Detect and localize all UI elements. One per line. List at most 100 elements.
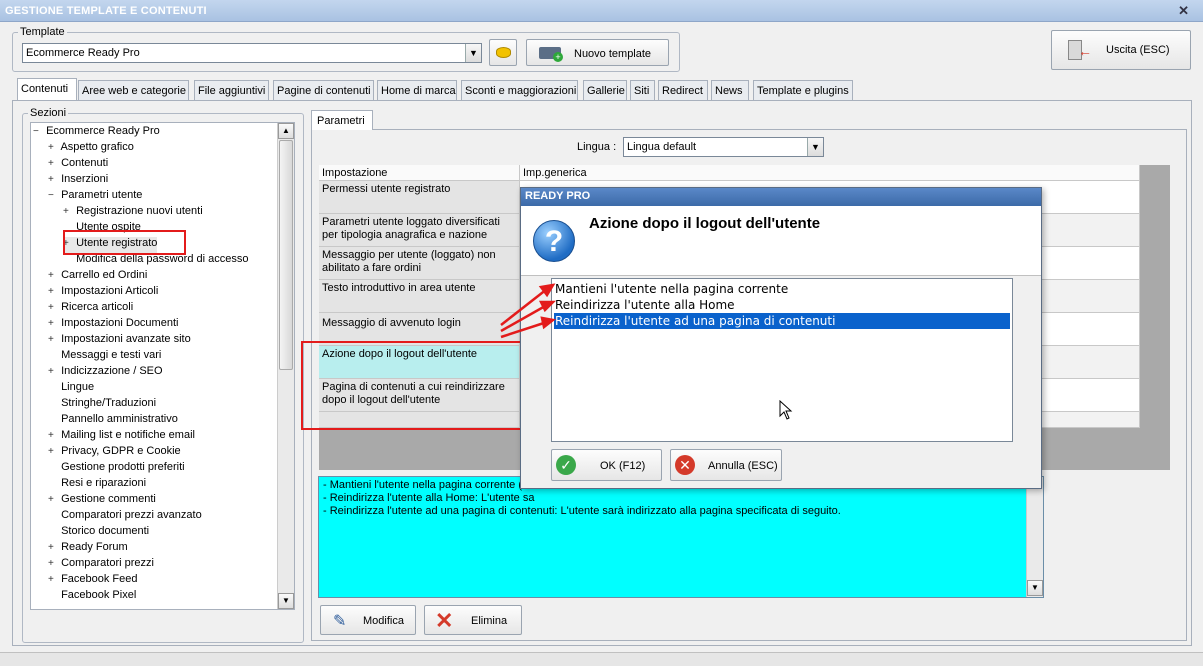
tab-aree-web[interactable]: Aree web e categorie: [78, 80, 189, 100]
grid-header-value: Imp.generica: [520, 165, 1140, 181]
expand-icon[interactable]: +: [48, 366, 58, 377]
grid-row[interactable]: Permessi utente registrato: [319, 181, 520, 214]
template-select[interactable]: Ecommerce Ready Pro ▼: [22, 43, 482, 63]
tab-file-aggiuntivi[interactable]: File aggiuntivi: [194, 80, 269, 100]
tree-node[interactable]: + Registrazione nuovi utenti: [63, 205, 203, 221]
tree-node-label: Registrazione nuovi utenti: [76, 205, 203, 217]
tree-scrollbar[interactable]: ▲ ▼: [277, 123, 294, 609]
expand-icon[interactable]: +: [48, 286, 58, 297]
tree-node[interactable]: Resi e riparazioni: [48, 477, 146, 493]
tree-node[interactable]: + Ricerca articoli: [48, 301, 133, 317]
delete-button[interactable]: ✕ Elimina: [424, 605, 522, 635]
tree-node[interactable]: Gestione prodotti preferiti: [48, 461, 185, 477]
modify-button[interactable]: ✎ Modifica: [320, 605, 416, 635]
exit-label: Uscita (ESC): [1106, 44, 1170, 56]
scroll-thumb[interactable]: [279, 140, 293, 370]
tab-sconti[interactable]: Sconti e maggiorazioni: [461, 80, 578, 100]
dialog-title: READY PRO: [521, 188, 1041, 206]
tree-node[interactable]: + Facebook Feed: [48, 573, 138, 589]
scroll-down-icon[interactable]: ▼: [1027, 580, 1043, 596]
tab-redirect[interactable]: Redirect: [658, 80, 708, 100]
tree-node[interactable]: + Ready Forum: [48, 541, 128, 557]
tree-node[interactable]: + Impostazioni avanzate sito: [48, 333, 191, 349]
tab-home-marca[interactable]: Home di marca: [377, 80, 457, 100]
lingua-select[interactable]: Lingua default ▼: [623, 137, 824, 157]
expand-icon[interactable]: +: [48, 446, 58, 457]
tab-gallerie[interactable]: Gallerie: [583, 80, 627, 100]
tree-node[interactable]: Messaggi e testi vari: [48, 349, 161, 365]
collapse-icon[interactable]: −: [48, 190, 58, 201]
exit-button[interactable]: ← Uscita (ESC): [1051, 30, 1191, 70]
expand-icon[interactable]: +: [48, 334, 58, 345]
chevron-down-icon[interactable]: ▼: [807, 138, 823, 156]
mouse-cursor-icon: [779, 400, 793, 420]
info-line: - Reindirizza l'utente ad una pagina di …: [323, 505, 841, 517]
ok-button[interactable]: ✓ OK (F12): [551, 449, 662, 481]
info-textarea[interactable]: - Mantieni l'utente nella pagina corrent…: [318, 476, 1044, 598]
option-item[interactable]: Mantieni l'utente nella pagina corrente: [554, 281, 1010, 297]
option-item-selected[interactable]: Reindirizza l'utente ad una pagina di co…: [554, 313, 1010, 329]
tree-node[interactable]: Pannello amministrativo: [48, 413, 178, 429]
tree-node-label: Parametri utente: [61, 189, 143, 201]
scroll-up-icon[interactable]: ▲: [278, 123, 294, 139]
tree-node[interactable]: + Indicizzazione / SEO: [48, 365, 163, 381]
info-scrollbar[interactable]: ▼: [1026, 477, 1043, 597]
tree-node[interactable]: + Impostazioni Articoli: [48, 285, 158, 301]
tab-label: Template e plugins: [757, 85, 849, 97]
collapse-icon[interactable]: −: [33, 126, 43, 137]
tab-contenuti[interactable]: Contenuti: [17, 78, 77, 101]
database-button[interactable]: [489, 39, 517, 66]
expand-icon[interactable]: +: [48, 174, 58, 185]
tree-node[interactable]: + Impostazioni Documenti: [48, 317, 178, 333]
tree-node[interactable]: Facebook Pixel: [48, 589, 136, 605]
option-item[interactable]: Reindirizza l'utente alla Home: [554, 297, 1010, 313]
tree-node[interactable]: Lingue: [48, 381, 94, 397]
grid-row[interactable]: Messaggio per utente (loggato) non abili…: [319, 247, 520, 280]
expand-icon[interactable]: +: [48, 574, 58, 585]
tab-template-plugins[interactable]: Template e plugins: [753, 80, 853, 100]
tree-node[interactable]: + Carrello ed Ordini: [48, 269, 147, 285]
cancel-button[interactable]: ✕ Annulla (ESC): [670, 449, 782, 481]
tree-node[interactable]: + Comparatori prezzi: [48, 557, 154, 573]
tree-node[interactable]: + Inserzioni: [48, 173, 108, 189]
tree-node[interactable]: − Parametri utente: [48, 189, 142, 205]
grid-row[interactable]: Testo introduttivo in area utente: [319, 280, 520, 313]
grid-row[interactable]: Parametri utente loggato diversificati p…: [319, 214, 520, 247]
tree-node[interactable]: + Mailing list e notifiche email: [48, 429, 195, 445]
tree-node-label: Storico documenti: [61, 525, 150, 537]
tab-parametri[interactable]: Parametri: [311, 110, 373, 130]
tab-siti[interactable]: Siti: [630, 80, 655, 100]
expand-icon[interactable]: +: [48, 430, 58, 441]
expand-icon[interactable]: +: [48, 558, 58, 569]
tree-node[interactable]: + Contenuti: [48, 157, 108, 173]
chevron-down-icon[interactable]: ▼: [465, 44, 481, 62]
expand-icon[interactable]: +: [48, 318, 58, 329]
tree-node[interactable]: − Ecommerce Ready Pro: [33, 125, 160, 141]
scroll-down-icon[interactable]: ▼: [278, 593, 294, 609]
expand-icon[interactable]: +: [63, 206, 73, 217]
sections-tree: − Ecommerce Ready Pro + Aspetto grafico …: [30, 122, 295, 610]
tree-node[interactable]: + Gestione commenti: [48, 493, 156, 509]
expand-icon[interactable]: +: [48, 494, 58, 505]
tree-node[interactable]: + Aspetto grafico: [48, 141, 134, 157]
expand-icon[interactable]: +: [48, 542, 58, 553]
expand-icon[interactable]: +: [48, 142, 58, 153]
tree-node[interactable]: Comparatori prezzi avanzato: [48, 509, 202, 525]
expand-icon[interactable]: +: [48, 270, 58, 281]
new-template-button[interactable]: + Nuovo template: [526, 39, 669, 66]
tree-node-label: Carrello ed Ordini: [61, 269, 148, 281]
close-icon[interactable]: ✕: [1178, 3, 1189, 19]
sections-label: Sezioni: [28, 107, 69, 119]
tab-pagine-contenuti[interactable]: Pagine di contenuti: [273, 80, 374, 100]
tab-news[interactable]: News: [711, 80, 749, 100]
window-title: GESTIONE TEMPLATE E CONTENUTI: [5, 5, 207, 17]
tree-node[interactable]: Storico documenti: [48, 525, 149, 541]
tree-node[interactable]: Modifica della password di accesso: [63, 253, 248, 269]
expand-icon[interactable]: +: [48, 158, 58, 169]
edit-pencil-icon: ✎: [333, 613, 347, 630]
expand-icon[interactable]: +: [48, 302, 58, 313]
add-icon: +: [553, 52, 563, 62]
tree-node[interactable]: Stringhe/Traduzioni: [48, 397, 156, 413]
template-group-label: Template: [18, 26, 67, 38]
tree-node[interactable]: + Privacy, GDPR e Cookie: [48, 445, 181, 461]
